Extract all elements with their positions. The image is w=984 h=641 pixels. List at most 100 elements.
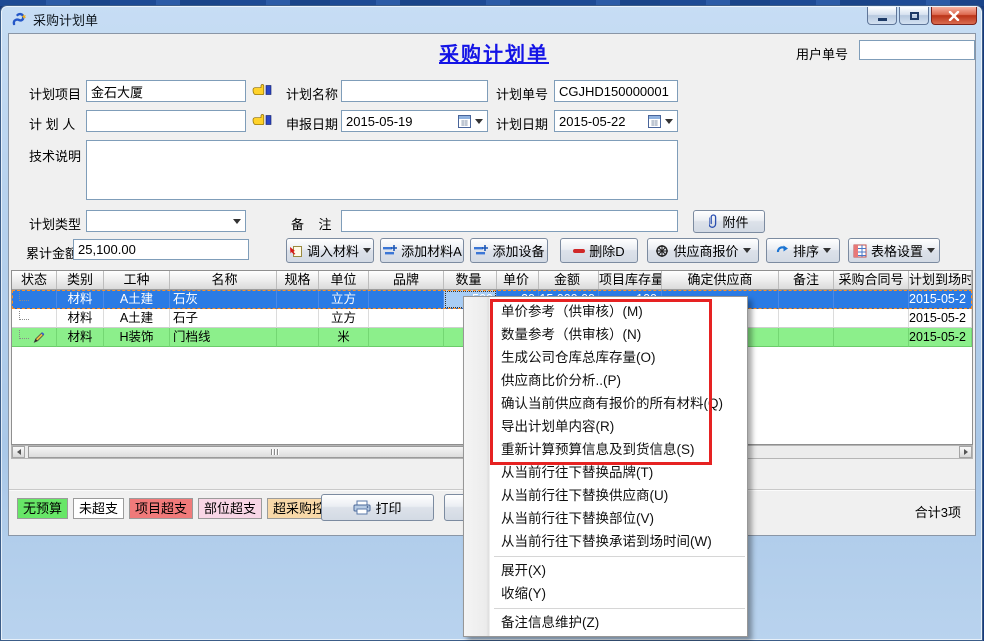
col-header[interactable]: 金额 — [539, 271, 599, 289]
brand-cell[interactable] — [369, 328, 444, 347]
col-header[interactable]: 规格 — [277, 271, 319, 289]
plan-date-label: 计划日期 — [496, 114, 548, 133]
minimize-button[interactable] — [867, 7, 897, 25]
col-header[interactable]: 状态 — [12, 271, 57, 289]
menu-item-recalc-budget[interactable]: 重新计算预算信息及到货信息(S) — [464, 438, 747, 461]
name-cell[interactable]: 门档线 — [170, 328, 277, 347]
arrival-cell[interactable]: 2015-05-2 — [909, 290, 972, 309]
menu-item-remark-maintain[interactable]: 备注信息维护(Z) — [464, 611, 747, 634]
plan-type-select[interactable] — [86, 210, 246, 232]
name-cell[interactable]: 石子 — [170, 309, 277, 328]
plan-date-input[interactable]: 2015-05-22 — [554, 110, 678, 132]
col-header[interactable]: 项目库存量 — [599, 271, 662, 289]
print-button[interactable]: 打印 — [321, 494, 434, 521]
attachment-button[interactable]: 附件 — [693, 210, 765, 233]
menu-item-replace-part[interactable]: 从当前行往下替换部位(V) — [464, 507, 747, 530]
arrival-cell[interactable]: 2015-05-2 — [909, 328, 972, 347]
col-header[interactable]: 单位 — [319, 271, 369, 289]
col-header[interactable]: 名称 — [170, 271, 277, 289]
thumb-grip — [274, 449, 275, 455]
dropdown-caret[interactable] — [823, 248, 831, 253]
category-cell[interactable]: 材料 — [57, 328, 104, 347]
user-no-input[interactable] — [859, 40, 975, 60]
col-header[interactable]: 备注 — [779, 271, 834, 289]
close-button[interactable] — [931, 7, 977, 25]
menu-item-replace-supplier[interactable]: 从当前行往下替换供应商(U) — [464, 484, 747, 507]
planner-picker-hand-icon[interactable] — [252, 112, 272, 128]
unit-cell[interactable]: 立方 — [319, 309, 369, 328]
spec-cell[interactable] — [277, 309, 319, 328]
menu-item-confirm-quoted[interactable]: 确认当前供应商有报价的所有材料(Q) — [464, 392, 747, 415]
dropdown-caret[interactable] — [363, 248, 371, 253]
col-header[interactable]: 数量 — [444, 271, 497, 289]
col-header[interactable]: 类别 — [57, 271, 104, 289]
unit-cell[interactable]: 立方 — [319, 290, 369, 309]
name-cell[interactable]: 石灰 — [170, 290, 277, 309]
scroll-left-button[interactable] — [12, 446, 25, 458]
remark-cell[interactable] — [779, 328, 834, 347]
delete-button[interactable]: 删除D — [560, 238, 638, 263]
trade-cell[interactable]: A土建 — [104, 309, 170, 328]
sort-button[interactable]: 排序 — [766, 238, 840, 263]
page-title: 采购计划单 — [369, 38, 619, 67]
menu-item-supplier-compare[interactable]: 供应商比价分析..(P) — [464, 369, 747, 392]
import-material-button[interactable]: 调入材料 — [286, 238, 374, 263]
brand-cell[interactable] — [369, 309, 444, 328]
date-dropdown-caret[interactable] — [475, 119, 483, 124]
table-grid-icon — [853, 244, 867, 258]
dropdown-caret[interactable] — [927, 248, 935, 253]
category-cell[interactable]: 材料 — [57, 309, 104, 328]
col-header[interactable]: 品牌 — [369, 271, 444, 289]
maximize-button[interactable] — [899, 7, 929, 25]
add-equipment-button[interactable]: 添加设备 — [470, 238, 548, 263]
tree-node-icon[interactable] — [19, 311, 29, 320]
menu-item-price-reference[interactable]: 单价参考（供审核）(M) — [464, 300, 747, 323]
col-header[interactable]: 工种 — [104, 271, 170, 289]
table-header-row[interactable]: 状态 类别 工种 名称 规格 单位 品牌 数量 单价 金额 项目库存量 确定供应… — [12, 271, 972, 290]
menu-item-expand[interactable]: 展开(X) — [464, 559, 747, 582]
remark-input[interactable] — [341, 210, 678, 232]
grid-setting-button[interactable]: 表格设置 — [848, 238, 940, 263]
menu-item-collapse[interactable]: 收缩(Y) — [464, 582, 747, 605]
add-material-button[interactable]: 添加材料A — [380, 238, 464, 263]
plan-name-input[interactable] — [341, 80, 488, 102]
contract-cell[interactable] — [834, 290, 909, 309]
calendar-icon — [648, 115, 661, 128]
spec-cell[interactable] — [277, 328, 319, 347]
trade-cell[interactable]: H装饰 — [104, 328, 170, 347]
tech-note-textarea[interactable] — [86, 140, 678, 200]
titlebar[interactable]: 采购计划单 — [1, 6, 982, 33]
contract-cell[interactable] — [834, 328, 909, 347]
contract-cell[interactable] — [834, 309, 909, 328]
scroll-right-button[interactable] — [959, 446, 972, 458]
project-input[interactable] — [86, 80, 246, 102]
combo-caret[interactable] — [233, 219, 241, 224]
tree-node-icon[interactable] — [19, 292, 29, 301]
unit-cell[interactable]: 米 — [319, 328, 369, 347]
dropdown-caret[interactable] — [743, 248, 751, 253]
scrollbar-thumb[interactable] — [28, 446, 520, 458]
spec-cell[interactable] — [277, 290, 319, 309]
menu-item-replace-arrival[interactable]: 从当前行往下替换承诺到场时间(W) — [464, 530, 747, 553]
col-header[interactable]: 单价 — [497, 271, 539, 289]
tree-node-icon[interactable] — [19, 330, 29, 339]
col-header[interactable]: 确定供应商 — [662, 271, 779, 289]
col-header[interactable]: 采购合同号 — [834, 271, 909, 289]
brand-cell[interactable] — [369, 290, 444, 309]
menu-item-generate-stock[interactable]: 生成公司仓库总库存量(O) — [464, 346, 747, 369]
category-cell[interactable]: 材料 — [57, 290, 104, 309]
menu-item-qty-reference[interactable]: 数量参考（供审核）(N) — [464, 323, 747, 346]
project-picker-hand-icon[interactable] — [252, 82, 272, 98]
supplier-quote-button[interactable]: 供应商报价 — [647, 238, 759, 263]
declare-date-input[interactable]: 2015-05-19 — [341, 110, 488, 132]
remark-cell[interactable] — [779, 290, 834, 309]
menu-item-export-plan[interactable]: 导出计划单内容(R) — [464, 415, 747, 438]
arrival-cell[interactable]: 2015-05-2 — [909, 309, 972, 328]
date-dropdown-caret[interactable] — [665, 119, 673, 124]
plan-no-input[interactable] — [554, 80, 678, 102]
trade-cell[interactable]: A土建 — [104, 290, 170, 309]
menu-item-replace-brand[interactable]: 从当前行往下替换品牌(T) — [464, 461, 747, 484]
col-header[interactable]: 计划到场时间 — [909, 271, 972, 289]
remark-cell[interactable] — [779, 309, 834, 328]
planner-input[interactable] — [86, 110, 246, 132]
